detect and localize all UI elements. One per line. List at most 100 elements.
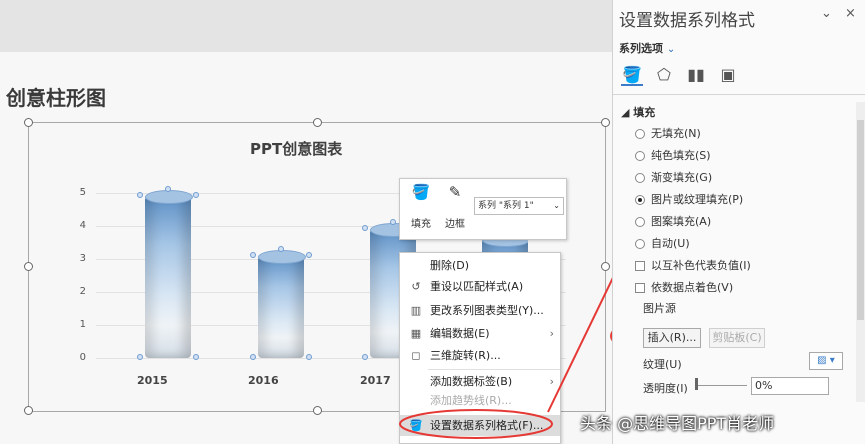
picture-tab[interactable]: ▣ bbox=[717, 64, 739, 86]
effects-tab[interactable]: ⬠ bbox=[653, 64, 675, 86]
menu-item-format-data-series[interactable]: 🪣 设置数据系列格式(F)... bbox=[400, 415, 560, 436]
chart-resize-handle[interactable] bbox=[24, 262, 33, 271]
close-icon[interactable]: × bbox=[845, 6, 856, 21]
series-select-value: 系列 "系列 1" bbox=[478, 201, 534, 211]
collapse-triangle-icon: ◢ bbox=[621, 106, 634, 119]
border-button[interactable]: ✎ 边框 bbox=[440, 183, 470, 230]
chart-resize-handle[interactable] bbox=[313, 118, 322, 127]
fill-section-header[interactable]: ◢ 填充 bbox=[621, 104, 655, 120]
option-label: 渐变填充(G) bbox=[651, 171, 713, 184]
menu-item-delete[interactable]: 删除(D) bbox=[400, 255, 560, 276]
insert-button[interactable]: 插入(R)... bbox=[643, 328, 701, 348]
checkbox-box[interactable] bbox=[635, 261, 645, 271]
submenu-arrow-icon: › bbox=[549, 327, 554, 340]
chart-type-icon: ▥ bbox=[410, 304, 422, 317]
menu-item-add-data-labels[interactable]: 添加数据标签(B) › bbox=[400, 371, 560, 392]
menu-item-label: 删除(D) bbox=[430, 259, 470, 272]
y-tick-label: 3 bbox=[79, 253, 86, 264]
y-tick-label: 1 bbox=[79, 319, 86, 330]
menu-item-label: 编辑数据(E) bbox=[430, 327, 490, 340]
pane-title: 设置数据系列格式 bbox=[619, 11, 755, 31]
format-data-series-pane: 设置数据系列格式 ⌄ × 系列选项 ⌄ 🪣 ⬠ ▮▮ ▣ ◢ 填充 无填充(N)… bbox=[612, 0, 865, 444]
radio-circle[interactable] bbox=[635, 173, 645, 183]
menu-item-edit-data[interactable]: ▦ 编辑数据(E) › bbox=[400, 323, 560, 344]
chevron-down-icon: ⌄ bbox=[666, 44, 676, 55]
series-options-tab[interactable]: ▮▮ bbox=[685, 64, 707, 86]
menu-item-label: 三维旋转(R)... bbox=[430, 349, 501, 362]
radio-circle-selected[interactable] bbox=[635, 195, 645, 205]
menu-item-add-trendline[interactable]: 添加趋势线(R)... bbox=[400, 390, 560, 411]
radio-circle[interactable] bbox=[635, 217, 645, 227]
selection-handle bbox=[306, 251, 312, 258]
context-menu: 删除(D) ↺ 重设以匹配样式(A) ▥ 更改系列图表类型(Y)... ▦ 编辑… bbox=[399, 252, 561, 444]
selection-handle bbox=[250, 251, 256, 258]
chart-resize-handle[interactable] bbox=[601, 118, 610, 127]
radio-circle[interactable] bbox=[635, 239, 645, 249]
x-tick-label: 2017 bbox=[360, 374, 391, 387]
option-label: 自动(U) bbox=[651, 237, 690, 250]
texture-label: 纹理(U) bbox=[643, 358, 682, 371]
texture-picker[interactable]: ▨ ▾ bbox=[809, 352, 843, 370]
menu-item-label: 更改系列图表类型(Y)... bbox=[430, 304, 544, 317]
menu-item-3d-rotation[interactable]: ◻ 三维旋转(R)... bbox=[400, 345, 560, 366]
series-options-label: 系列选项 bbox=[619, 42, 663, 55]
image-source-label: 图片源 bbox=[643, 302, 676, 315]
menu-item-label: 添加趋势线(R)... bbox=[430, 394, 512, 407]
x-tick-label: 2015 bbox=[137, 374, 168, 387]
submenu-arrow-icon: › bbox=[549, 375, 554, 388]
option-label: 依数据点着色(V) bbox=[651, 281, 734, 294]
chart-resize-handle[interactable] bbox=[24, 406, 33, 415]
texture-icon: ▨ ▾ bbox=[817, 355, 835, 366]
chart-mini-toolbar: 🪣 填充 ✎ 边框 系列 "系列 1" ⌄ bbox=[399, 178, 567, 240]
top-ribbon-area bbox=[0, 0, 612, 52]
menu-item-label: 设置数据系列格式(F)... bbox=[430, 419, 544, 432]
option-label: 图片或纹理填充(P) bbox=[651, 193, 744, 206]
chart-title[interactable]: PPT创意图表 bbox=[250, 138, 342, 159]
y-tick-label: 4 bbox=[79, 220, 86, 231]
chart-resize-handle[interactable] bbox=[601, 262, 610, 271]
option-label: 纯色填充(S) bbox=[651, 149, 711, 162]
menu-item-reset-style[interactable]: ↺ 重设以匹配样式(A) bbox=[400, 276, 560, 297]
radio-circle[interactable] bbox=[635, 151, 645, 161]
option-label: 图案填充(A) bbox=[651, 215, 712, 228]
fill-button[interactable]: 🪣 填充 bbox=[406, 183, 436, 230]
series-select[interactable]: 系列 "系列 1" ⌄ bbox=[474, 197, 564, 215]
clipboard-button[interactable]: 剪贴板(C) bbox=[709, 328, 765, 348]
selection-handle bbox=[137, 354, 143, 360]
radio-circle[interactable] bbox=[635, 129, 645, 139]
selection-handle bbox=[278, 245, 284, 252]
pane-divider bbox=[613, 94, 865, 95]
transparency-input[interactable]: 0% bbox=[751, 377, 829, 395]
chart-resize-handle[interactable] bbox=[313, 406, 322, 415]
menu-item-label: 添加数据标签(B) bbox=[430, 375, 513, 388]
pane-scrollbar-thumb[interactable] bbox=[857, 120, 864, 320]
selection-handle bbox=[362, 354, 368, 360]
border-label: 边框 bbox=[445, 219, 465, 230]
paint-bucket-icon: 🪣 bbox=[409, 419, 423, 432]
selection-handle bbox=[193, 354, 199, 360]
chart-resize-handle[interactable] bbox=[24, 118, 33, 127]
fill-line-tab[interactable]: 🪣 bbox=[621, 64, 643, 86]
checkbox-box[interactable] bbox=[635, 283, 645, 293]
menu-item-change-chart-type[interactable]: ▥ 更改系列图表类型(Y)... bbox=[400, 300, 560, 321]
transparency-label: 透明度(I) bbox=[643, 382, 688, 395]
transparency-slider[interactable] bbox=[695, 385, 747, 389]
transparency-slider-knob[interactable] bbox=[695, 378, 698, 390]
pen-icon: ✎ bbox=[448, 183, 462, 201]
series-options-dropdown[interactable]: 系列选项 ⌄ bbox=[619, 40, 675, 56]
option-label: 以互补色代表负值(I) bbox=[651, 259, 751, 272]
bar-2016[interactable] bbox=[258, 249, 306, 358]
menu-separator bbox=[428, 369, 560, 370]
selection-handle bbox=[250, 354, 256, 360]
bar-2015[interactable] bbox=[145, 190, 193, 358]
slide-title: 创意柱形图 bbox=[6, 86, 106, 110]
fill-label: 填充 bbox=[411, 219, 431, 230]
pane-menu-icon[interactable]: ⌄ bbox=[821, 6, 832, 21]
y-tick-label: 5 bbox=[79, 187, 86, 198]
option-label: 无填充(N) bbox=[651, 127, 701, 140]
paint-bucket-icon: 🪣 bbox=[411, 183, 431, 201]
fill-section-title: 填充 bbox=[633, 106, 656, 119]
rotate-3d-icon: ◻ bbox=[411, 349, 421, 362]
selection-handle bbox=[306, 354, 312, 360]
x-tick-label: 2016 bbox=[248, 374, 279, 387]
